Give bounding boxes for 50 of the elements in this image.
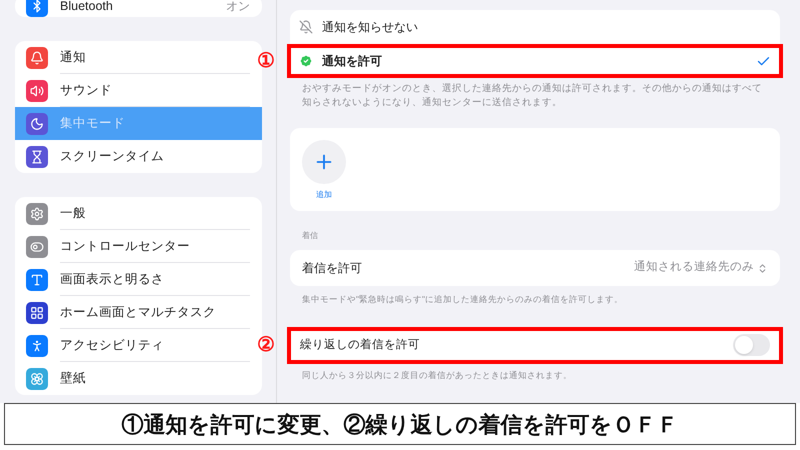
item-value: オン <box>226 0 250 15</box>
bell-off-icon <box>299 20 313 34</box>
sidebar-item[interactable]: 壁紙 <box>15 362 262 395</box>
item-label: Bluetooth <box>60 0 114 15</box>
updown-chevron-icon <box>757 262 768 274</box>
item-label: 壁紙 <box>60 370 87 388</box>
toggle-switch[interactable] <box>733 334 770 356</box>
hint-text: 同じ人から３分以内に２度目の着信があったときは通知されます。 <box>301 368 573 382</box>
option-row[interactable]: 通知を許可 <box>291 48 779 74</box>
annotation-number: ② <box>257 335 275 356</box>
sidebar-item[interactable]: Bluetooth オン <box>15 0 262 17</box>
sidebar-item[interactable]: 画面表示と明るさ <box>15 263 262 296</box>
gear-icon <box>26 202 48 224</box>
item-label: 画面表示と明るさ <box>60 270 165 288</box>
item-label: サウンド <box>60 82 113 99</box>
grid-icon <box>26 302 48 324</box>
bell-icon <box>26 46 48 68</box>
flower-icon <box>26 368 48 390</box>
item-label: ホーム画面とマルチタスク <box>60 304 217 321</box>
add-button[interactable]: 追加 <box>302 140 346 201</box>
hint-text: おやすみモードがオンのとき、選択した連絡先からの通知は許可されます。その他からの通知はすべて知らされないようになり、通知センターに送信されます。 <box>301 82 763 110</box>
option-row[interactable]: 通知を知らせない <box>291 14 779 40</box>
row-value: 通知される連絡先のみ <box>634 260 754 276</box>
option-label: 通知を知らせない <box>322 19 419 36</box>
sidebar-item[interactable]: 一般 <box>15 197 262 230</box>
speaker-icon <box>26 80 48 102</box>
plus-icon <box>302 140 346 184</box>
moon-icon <box>26 112 48 134</box>
hourglass-icon <box>26 146 48 168</box>
sidebar-item[interactable]: スクリーンタイム <box>15 140 262 173</box>
item-label: コントロールセンター <box>60 238 191 255</box>
toggle-icon <box>26 236 48 258</box>
item-label: 集中モード <box>60 115 126 132</box>
row-label: 着信を許可 <box>302 260 363 277</box>
annotation-number: ① <box>257 51 275 71</box>
allow-calls-row[interactable]: 着信を許可 通知される連絡先のみ <box>290 250 780 286</box>
item-label: 一般 <box>60 204 87 222</box>
row-label: 繰り返しの着信を許可 <box>300 337 421 353</box>
text-size-icon <box>26 268 48 290</box>
item-label: 通知 <box>60 48 87 66</box>
sidebar-item[interactable]: コントロールセンター <box>15 230 262 263</box>
item-label: アクセシビリティ <box>60 336 165 354</box>
section-label: 着信 <box>301 230 319 242</box>
option-label: 通知を許可 <box>322 53 383 70</box>
sidebar-item[interactable]: ホーム画面とマルチタスク <box>15 296 262 329</box>
caption-text: ①通知を許可に変更、②繰り返しの着信を許可をＯＦＦ <box>122 410 678 438</box>
accessibility-icon <box>26 334 48 356</box>
check-badge-icon <box>299 54 313 68</box>
item-label: スクリーンタイム <box>60 148 165 166</box>
hint-text: 集中モードや"緊急時は鳴らす"に追加した連絡先からのみの着信を許可します。 <box>301 293 624 306</box>
